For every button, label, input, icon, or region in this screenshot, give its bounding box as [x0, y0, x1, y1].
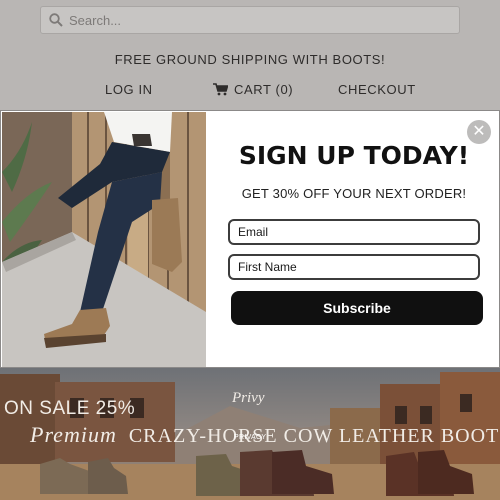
cart-label: CART (0): [234, 82, 294, 97]
search-bar[interactable]: [40, 6, 460, 34]
modal-subheading: GET 30% OFF YOUR NEXT ORDER!: [241, 186, 467, 201]
modal-promo-image: [2, 112, 206, 367]
checkout-link[interactable]: CHECKOUT: [338, 82, 416, 97]
email-input[interactable]: [238, 225, 468, 239]
shopping-cart-icon: [213, 83, 228, 96]
cart-link[interactable]: CART (0): [213, 82, 293, 97]
signup-modal: ✕ SIGN UP TODAY! GET 30% OFF YOUR NEXT O…: [0, 110, 500, 368]
hero-title-main: CRAZY-HORSE COW LEATHER BOOTS: [128, 425, 500, 447]
email-field[interactable]: [228, 219, 480, 245]
search-input[interactable]: [69, 12, 449, 28]
login-label: LOG IN: [105, 82, 153, 97]
search-icon: [49, 13, 63, 27]
hero-title-script: Premium: [30, 422, 117, 447]
close-icon: ✕: [472, 123, 486, 140]
privacy-label[interactable]: PRIVACY: [234, 434, 266, 441]
modal-heading: SIGN UP TODAY!: [238, 141, 470, 170]
top-nav: LOG IN CART (0) CHECKOUT: [0, 82, 500, 102]
subscribe-button[interactable]: Subscribe: [231, 291, 483, 325]
hero-banner: ON SALE 25% Premium CRAZY-HORSE COW LEAT…: [0, 368, 500, 500]
checkout-label: CHECKOUT: [338, 82, 416, 97]
first-name-input[interactable]: [238, 260, 468, 274]
first-name-field[interactable]: [228, 254, 480, 280]
privy-logo: Privy: [232, 390, 265, 406]
shipping-promo-text: FREE GROUND SHIPPING WITH BOOTS!: [114, 52, 386, 67]
hero-sale-text: ON SALE 25%: [4, 398, 136, 419]
login-link[interactable]: LOG IN: [105, 82, 153, 97]
